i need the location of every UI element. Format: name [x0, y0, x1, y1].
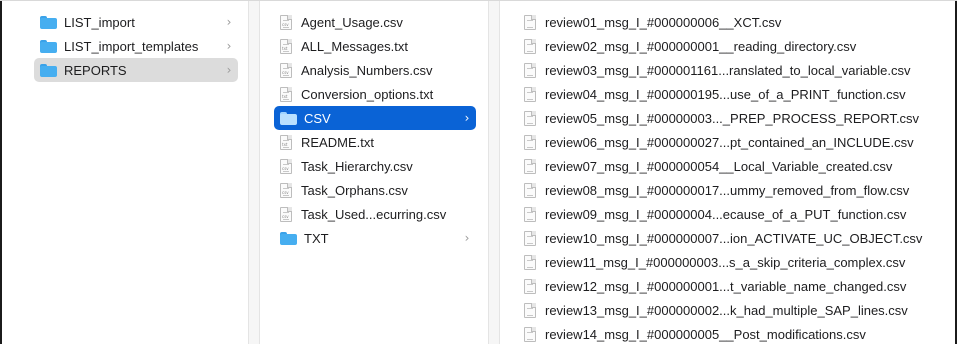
finder-column-view: LIST_import › LIST_import_templates › REPORT…	[0, 0, 957, 344]
item-label: Task_Orphans.csv	[301, 182, 408, 198]
file-item[interactable]: txt Conversion_options.txt	[274, 82, 476, 106]
document-icon	[524, 110, 536, 126]
file-item[interactable]: review13_msg_I_#000000002...k_had_multip…	[518, 298, 949, 322]
item-label: review09_msg_I_#00000004...ecause_of_a_P…	[545, 206, 907, 222]
column-reports[interactable]: csv Agent_Usage.csv txt ALL_Messages.txt csv…	[260, 1, 488, 344]
item-label: CSV	[304, 110, 331, 126]
chevron-right-icon: ›	[226, 39, 232, 53]
file-item[interactable]: review12_msg_I_#000000001...t_variable_n…	[518, 274, 949, 298]
file-item[interactable]: csv Analysis_Numbers.csv	[274, 58, 476, 82]
file-item[interactable]: csv Task_Orphans.csv	[274, 178, 476, 202]
file-item[interactable]: csv Task_Hierarchy.csv	[274, 154, 476, 178]
chevron-right-icon: ›	[464, 111, 470, 125]
document-icon	[524, 158, 536, 174]
column-resize-handle[interactable]	[248, 1, 260, 344]
chevron-right-icon: ›	[464, 231, 470, 245]
document-icon	[524, 230, 536, 246]
document-icon	[524, 86, 536, 102]
file-item[interactable]: review07_msg_I_#000000054__Local_Variabl…	[518, 154, 949, 178]
file-item[interactable]: txt ALL_Messages.txt	[274, 34, 476, 58]
folder-item[interactable]: TXT ›	[274, 226, 476, 250]
document-icon	[524, 62, 536, 78]
file-item[interactable]: review09_msg_I_#00000004...ecause_of_a_P…	[518, 202, 949, 226]
document-icon: csv	[280, 206, 292, 222]
document-icon	[524, 278, 536, 294]
item-label: review10_msg_I_#000000007...ion_ACTIVATE…	[545, 230, 923, 246]
file-item[interactable]: review02_msg_I_#000000001__reading_direc…	[518, 34, 949, 58]
folder-icon	[280, 111, 297, 125]
item-label: review04_msg_I_#000000195...use_of_a_PRI…	[545, 86, 906, 102]
item-label: review07_msg_I_#000000054__Local_Variabl…	[545, 158, 893, 174]
item-label: review05_msg_I_#00000003..._PREP_PROCESS…	[545, 110, 920, 126]
file-item[interactable]: review14_msg_I_#000000005__Post_modifica…	[518, 322, 949, 346]
document-icon	[524, 326, 536, 342]
file-item[interactable]: review10_msg_I_#000000007...ion_ACTIVATE…	[518, 226, 949, 250]
item-label: review11_msg_I_#000000003...s_a_skip_cri…	[545, 254, 906, 270]
folder-icon	[40, 63, 57, 77]
document-icon	[524, 182, 536, 198]
item-label: review03_msg_I_#000001161...ranslated_to…	[545, 62, 911, 78]
item-label: LIST_import_templates	[64, 38, 199, 54]
item-label: review12_msg_I_#000000001...t_variable_n…	[545, 278, 907, 294]
folder-icon	[280, 231, 297, 245]
column-parent-folders[interactable]: LIST_import › LIST_import_templates › REPORT…	[2, 1, 248, 344]
file-item[interactable]: review08_msg_I_#000000017...ummy_removed…	[518, 178, 949, 202]
item-label: review08_msg_I_#000000017...ummy_removed…	[545, 182, 910, 198]
file-item[interactable]: review03_msg_I_#000001161...ranslated_to…	[518, 58, 949, 82]
folder-item[interactable]: REPORTS ›	[34, 58, 238, 82]
item-label: Conversion_options.txt	[301, 86, 434, 102]
document-icon	[524, 38, 536, 54]
document-icon: txt	[280, 86, 292, 102]
chevron-right-icon: ›	[226, 63, 232, 77]
file-item[interactable]: review05_msg_I_#00000003..._PREP_PROCESS…	[518, 106, 949, 130]
item-label: TXT	[304, 230, 329, 246]
document-icon	[524, 206, 536, 222]
column-resize-handle[interactable]	[488, 1, 500, 344]
document-icon	[524, 254, 536, 270]
document-icon	[524, 134, 536, 150]
file-item[interactable]: review04_msg_I_#000000195...use_of_a_PRI…	[518, 82, 949, 106]
file-item[interactable]: csv Agent_Usage.csv	[274, 10, 476, 34]
item-label: REPORTS	[64, 62, 127, 78]
item-label: review14_msg_I_#000000005__Post_modifica…	[545, 326, 866, 342]
item-label: review02_msg_I_#000000001__reading_direc…	[545, 38, 857, 54]
item-label: ALL_Messages.txt	[301, 38, 408, 54]
item-label: review13_msg_I_#000000002...k_had_multip…	[545, 302, 908, 318]
document-icon	[524, 14, 536, 30]
file-item[interactable]: review06_msg_I_#000000027...pt_contained…	[518, 130, 949, 154]
document-icon	[524, 302, 536, 318]
item-label: LIST_import	[64, 14, 135, 30]
file-item[interactable]: review11_msg_I_#000000003...s_a_skip_cri…	[518, 250, 949, 274]
document-icon: txt	[280, 134, 292, 150]
folder-item[interactable]: LIST_import_templates ›	[34, 34, 238, 58]
item-label: Agent_Usage.csv	[301, 14, 403, 30]
item-label: Analysis_Numbers.csv	[301, 62, 433, 78]
item-label: Task_Hierarchy.csv	[301, 158, 413, 174]
item-label: review01_msg_I_#000000006__XCT.csv	[545, 14, 782, 30]
document-icon: csv	[280, 62, 292, 78]
document-icon: csv	[280, 182, 292, 198]
file-item[interactable]: txt README.txt	[274, 130, 476, 154]
folder-item[interactable]: LIST_import ›	[34, 10, 238, 34]
folder-icon	[40, 15, 57, 29]
chevron-right-icon: ›	[226, 15, 232, 29]
file-item[interactable]: review01_msg_I_#000000006__XCT.csv	[518, 10, 949, 34]
folder-item[interactable]: CSV ›	[274, 106, 476, 130]
document-icon: txt	[280, 38, 292, 54]
document-icon: csv	[280, 14, 292, 30]
folder-icon	[40, 39, 57, 53]
item-label: Task_Used...ecurring.csv	[301, 206, 447, 222]
item-label: README.txt	[301, 134, 374, 150]
column-csv[interactable]: review01_msg_I_#000000006__XCT.csvreview…	[500, 1, 955, 344]
document-icon: csv	[280, 158, 292, 174]
file-item[interactable]: csv Task_Used...ecurring.csv	[274, 202, 476, 226]
item-label: review06_msg_I_#000000027...pt_contained…	[545, 134, 914, 150]
